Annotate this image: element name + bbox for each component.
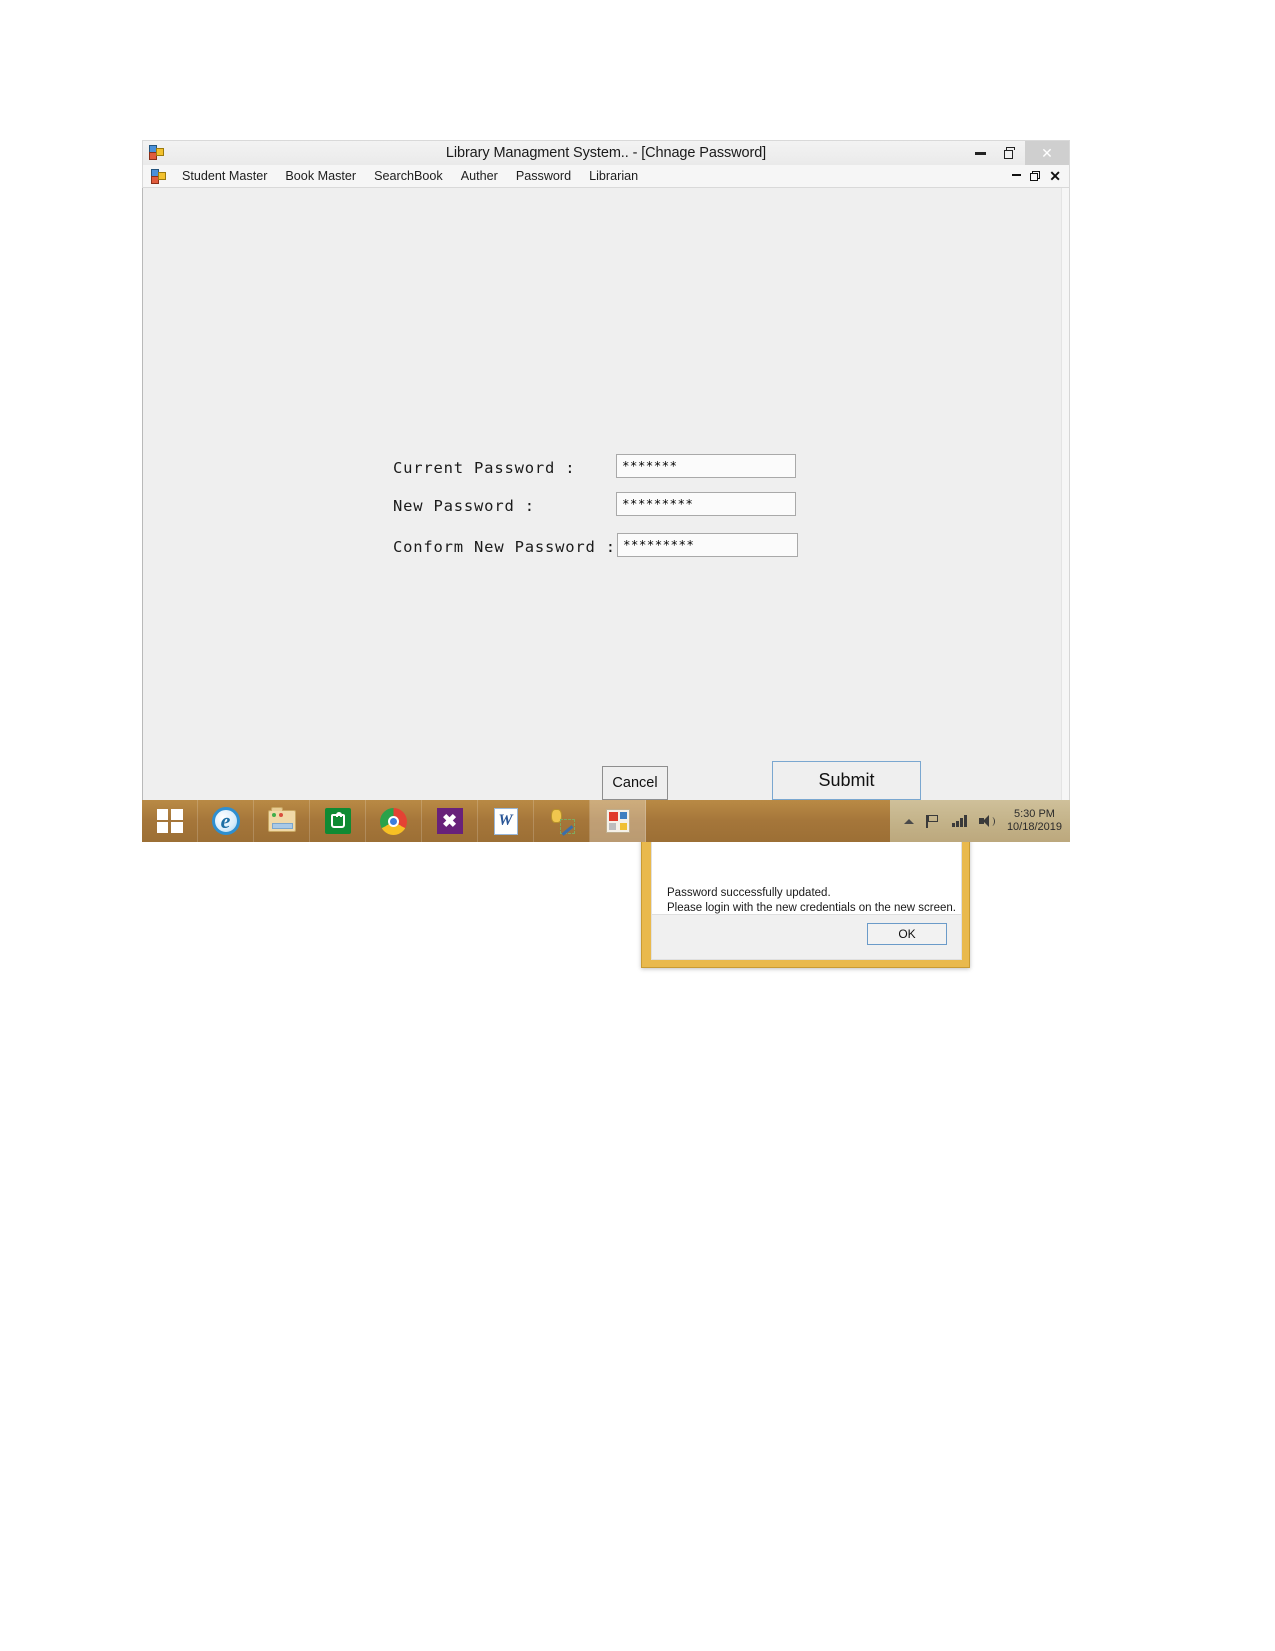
windows-taskbar: e ✖ W 5:30 PM 10/18/2019 [142, 800, 1070, 842]
confirm-new-password-input[interactable]: ********* [617, 533, 798, 557]
word-icon: W [493, 807, 518, 835]
volume-button[interactable] [978, 814, 995, 828]
maximize-icon [1004, 147, 1016, 159]
mdi-minimize-icon [1012, 174, 1022, 176]
minimize-icon [974, 151, 986, 155]
network-button[interactable] [952, 815, 967, 827]
mdi-minimize-button[interactable] [1012, 174, 1022, 178]
mdi-restore-button[interactable] [1030, 171, 1041, 181]
menu-item-auther[interactable]: Auther [452, 169, 507, 183]
visual-studio-icon: ✖ [436, 808, 463, 834]
cancel-button[interactable]: Cancel [602, 766, 668, 800]
menu-item-search-book[interactable]: SearchBook [365, 169, 452, 183]
clock[interactable]: 5:30 PM 10/18/2019 [1007, 808, 1062, 834]
window-title: Library Managment System.. - [Chnage Pas… [445, 145, 767, 161]
taskbar-item-visual-studio[interactable]: ✖ [422, 800, 478, 842]
database-tools-icon [549, 808, 575, 836]
dialog-button-bar: OK [652, 914, 961, 959]
submit-button[interactable]: Submit [772, 761, 921, 800]
maximize-button[interactable] [995, 141, 1025, 165]
internet-explorer-icon: e [211, 807, 240, 835]
taskbar-item-google-chrome[interactable] [366, 800, 422, 842]
dialog-message: Password successfully updated. Please lo… [667, 886, 956, 916]
dialog-message-line-1: Password successfully updated. [667, 887, 831, 899]
taskbar-item-sql-server-tools[interactable] [534, 800, 590, 842]
action-center-button[interactable] [926, 814, 940, 828]
client-right-gutter [1061, 188, 1069, 817]
current-password-label: Current Password : [393, 459, 576, 477]
new-password-label: New Password : [393, 497, 535, 515]
mdi-child-controls: ✕ [1012, 169, 1069, 183]
title-bar: Library Managment System.. - [Chnage Pas… [142, 140, 1070, 165]
menu-item-password[interactable]: Password [507, 169, 580, 183]
current-password-input[interactable]: ******* [616, 454, 796, 478]
taskbar-item-windows-store[interactable] [310, 800, 366, 842]
menu-item-librarian[interactable]: Librarian [580, 169, 647, 183]
clock-time: 5:30 PM [1013, 808, 1055, 820]
menu-bar: Student Master Book Master SearchBook Au… [142, 165, 1070, 188]
show-hidden-icons-button[interactable] [904, 818, 915, 824]
folder-icon [267, 807, 296, 832]
new-password-input[interactable]: ********* [616, 492, 796, 516]
network-signal-icon [952, 815, 967, 827]
dialog-body: Password successfully updated. Please lo… [651, 835, 962, 960]
volume-icon [978, 814, 995, 828]
window-controls: ✕ [965, 141, 1069, 165]
clock-date: 10/18/2019 [1006, 821, 1062, 833]
mdi-restore-icon [1030, 171, 1041, 181]
start-button[interactable] [142, 800, 198, 842]
flag-icon [926, 814, 940, 828]
taskbar-item-microsoft-word[interactable]: W [478, 800, 534, 842]
app-window-icon [605, 809, 630, 833]
minimize-button[interactable] [965, 141, 995, 165]
application-window: Library Managment System.. - [Chnage Pas… [142, 140, 1070, 968]
windows-logo-icon [155, 806, 185, 836]
chrome-icon [380, 807, 407, 835]
store-bag-icon [324, 808, 351, 834]
close-button[interactable]: ✕ [1025, 141, 1069, 165]
dialog-ok-button[interactable]: OK [867, 923, 947, 945]
menu-item-student-master[interactable]: Student Master [173, 169, 276, 183]
chevron-up-icon [904, 818, 915, 824]
taskbar-item-internet-explorer[interactable]: e [198, 800, 254, 842]
system-tray: 5:30 PM 10/18/2019 [890, 800, 1070, 842]
mdi-close-button[interactable]: ✕ [1049, 169, 1061, 183]
confirm-new-password-label: Conform New Password : [393, 538, 616, 556]
taskbar-item-library-management-app[interactable] [590, 800, 646, 842]
app-icon [149, 145, 165, 161]
taskbar-item-file-explorer[interactable] [254, 800, 310, 842]
menu-item-book-master[interactable]: Book Master [276, 169, 365, 183]
mdi-child-icon [151, 169, 166, 184]
form-client-area: Current Password : ******* New Password … [142, 188, 1070, 968]
